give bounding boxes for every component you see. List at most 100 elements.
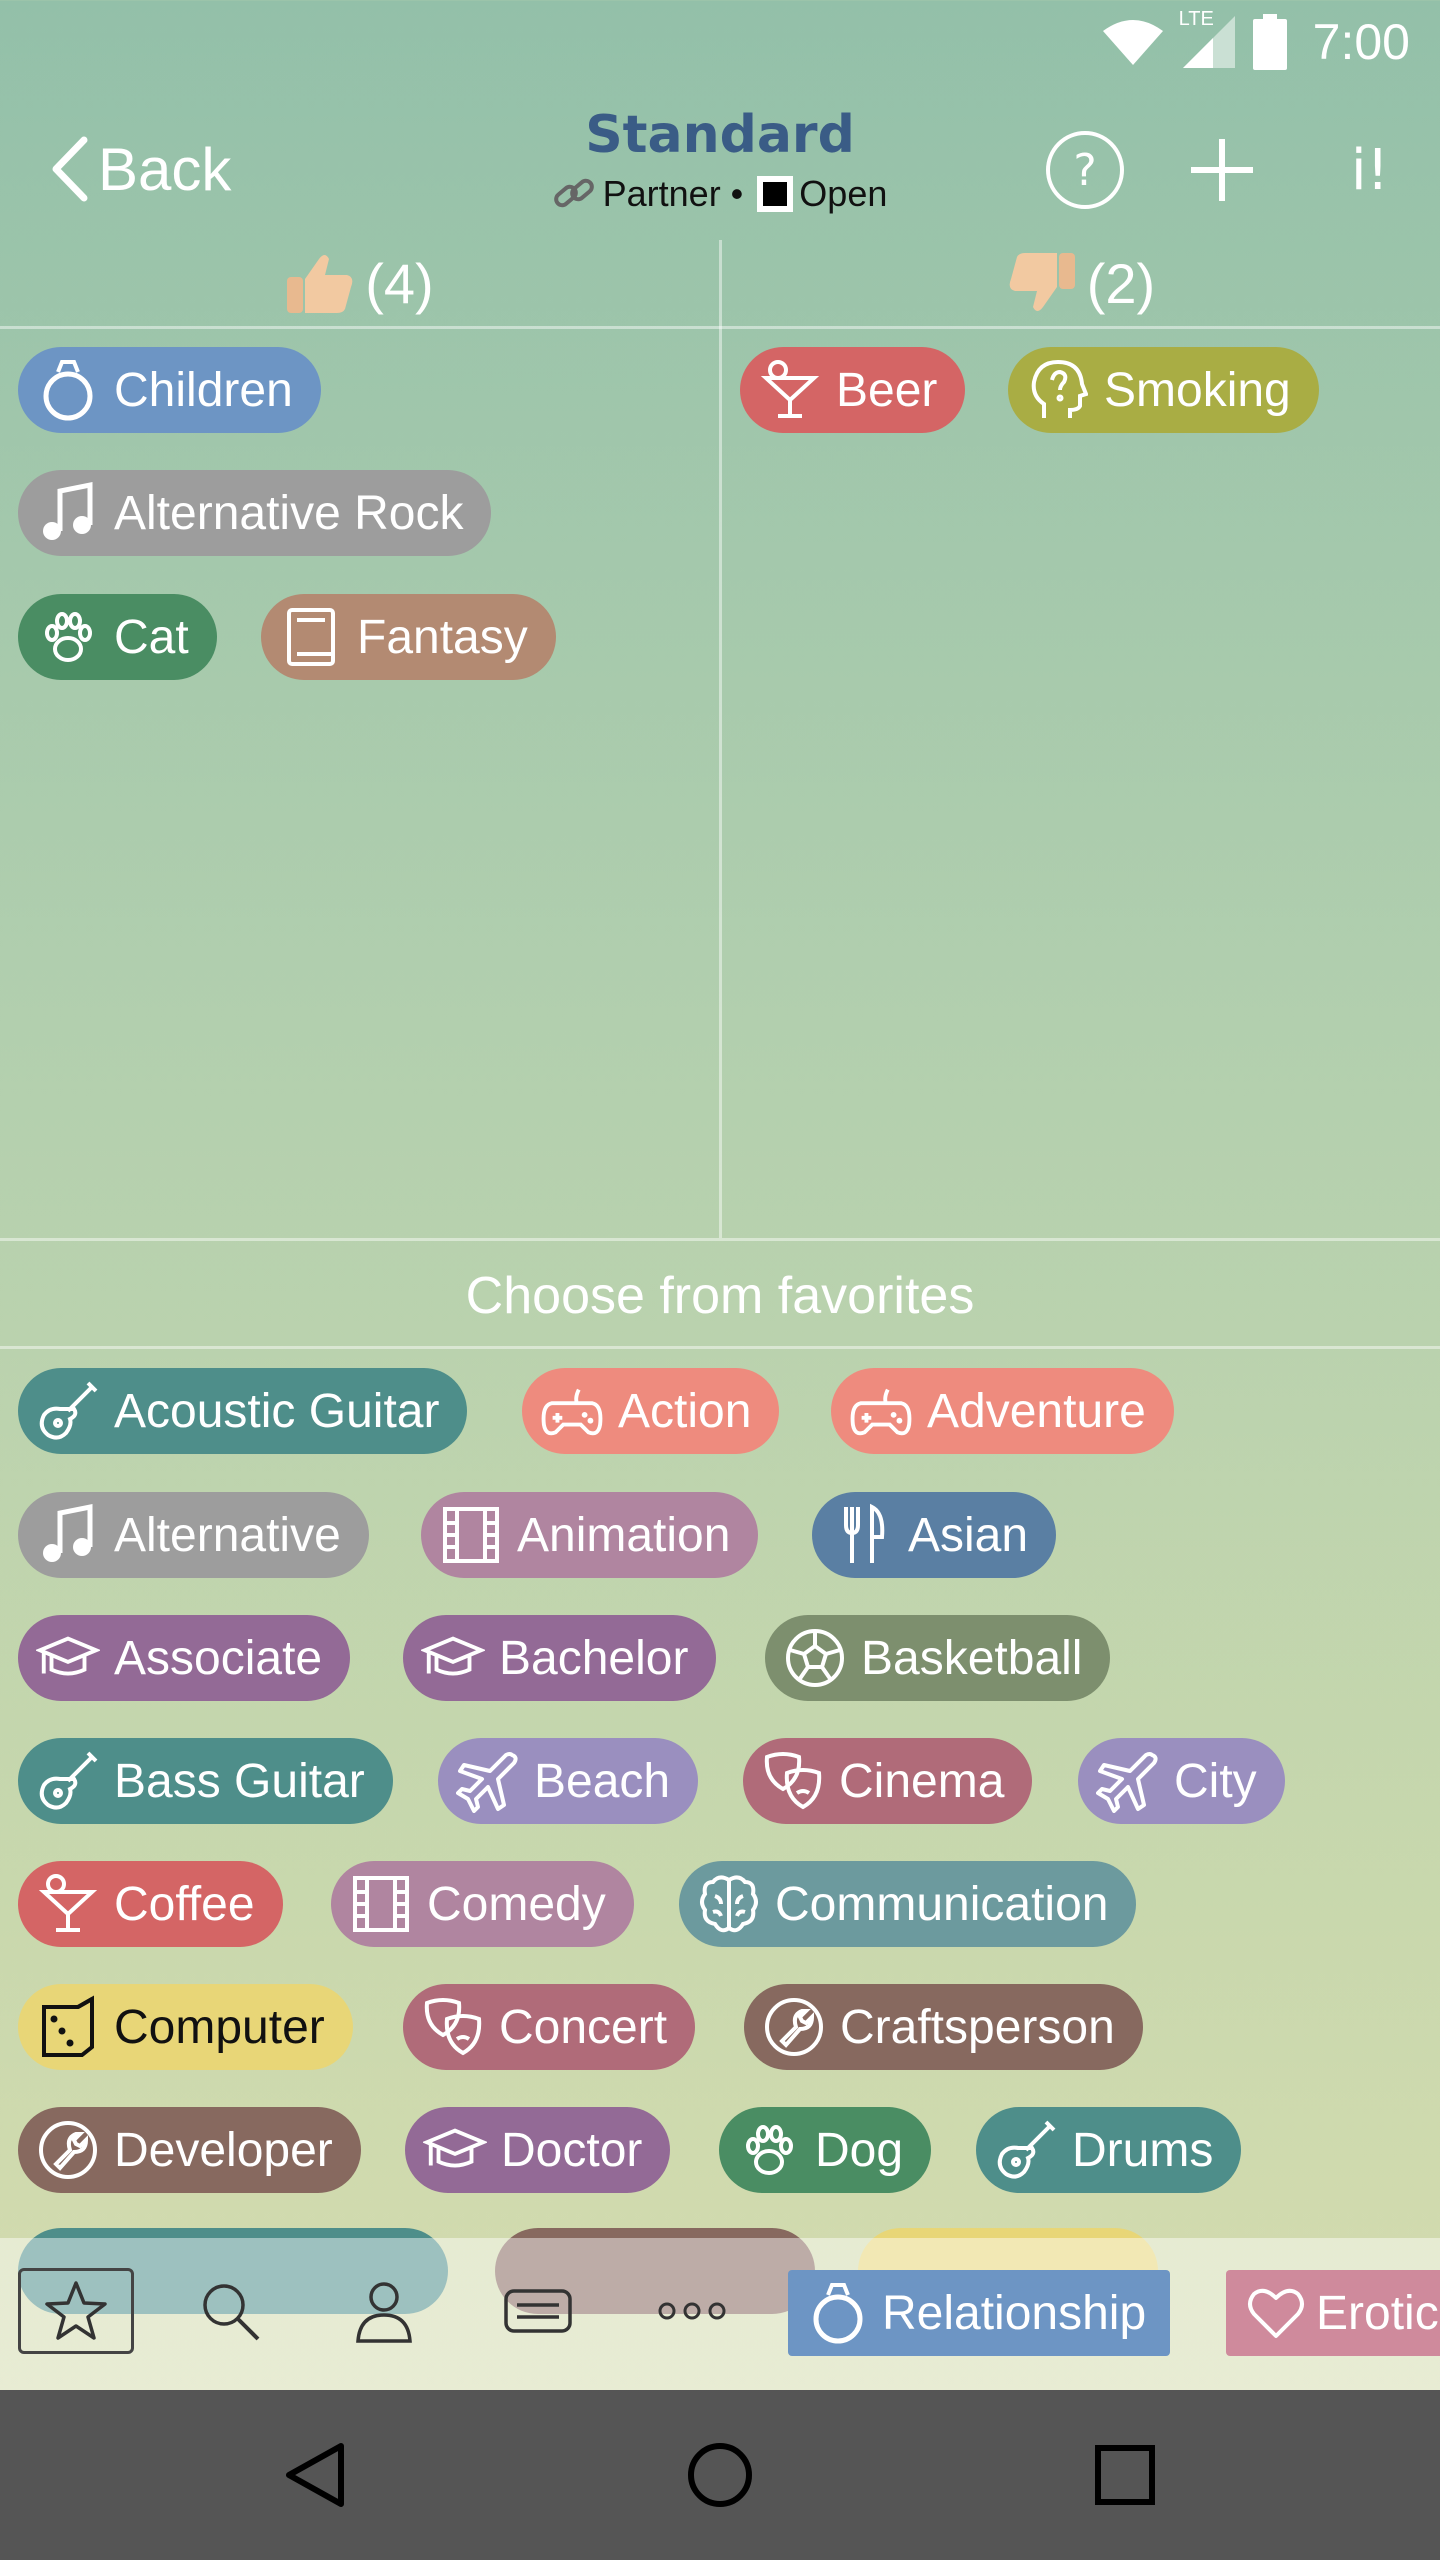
favorite-chip-beach[interactable]: Beach (438, 1738, 699, 1824)
chip-label: Doctor (501, 2123, 643, 2177)
favorite-chip-basketball[interactable]: Basketball (765, 1615, 1111, 1701)
disliked-chip-beer[interactable]: Beer (740, 347, 966, 433)
guitar-icon (36, 1749, 100, 1813)
gamepad-icon (540, 1379, 604, 1443)
open-square-icon (757, 176, 794, 212)
favorite-chip-developer[interactable]: Developer (18, 2107, 361, 2193)
ball-icon (783, 1626, 847, 1690)
chip-label: Comedy (427, 1877, 606, 1931)
favorite-chip-comedy[interactable]: Comedy (331, 1861, 634, 1947)
liked-chip-fantasy[interactable]: Fantasy (261, 594, 556, 680)
more-tab[interactable] (634, 2268, 750, 2354)
status-bar: LTE 7:00 (0, 0, 1440, 84)
paw-icon (737, 2118, 801, 2182)
chip-label: Animation (517, 1508, 731, 1562)
favorite-chip-cinema[interactable]: Cinema (743, 1738, 1033, 1824)
ring-icon (806, 2281, 870, 2345)
favorite-chip-computer[interactable]: Computer (18, 1984, 353, 2070)
chip-label: Developer (114, 2123, 333, 2177)
favorite-chip-city[interactable]: City (1078, 1738, 1285, 1824)
favorite-chip-craftsperson[interactable]: Craftsperson (744, 1984, 1143, 2070)
wrench-icon (762, 1995, 826, 2059)
favorite-chip-bachelor[interactable]: Bachelor (403, 1615, 717, 1701)
thumbs-up-icon (287, 255, 353, 313)
back-label: Back (98, 135, 232, 203)
app-header: Back Standard Partner • Open ? i! (0, 84, 1440, 240)
chip-label: Alternative (114, 1508, 341, 1562)
theater-masks-icon (421, 1995, 485, 2059)
favorites-tab[interactable] (18, 2268, 134, 2354)
cell-signal-icon: LTE (1179, 8, 1239, 70)
back-button[interactable]: Back (50, 124, 231, 214)
dice-icon (36, 1995, 100, 2059)
chip-label: Associate (114, 1631, 323, 1685)
liked-chip-children[interactable]: Children (18, 347, 321, 433)
airplane-icon (456, 1749, 520, 1813)
profile-tab[interactable] (326, 2268, 442, 2354)
film-icon (439, 1503, 503, 1567)
status-icons: LTE 7:00 (1101, 8, 1410, 74)
likes-count: (4) (365, 251, 434, 315)
favorite-chip-action[interactable]: Action (522, 1368, 780, 1454)
favorite-chip-coffee[interactable]: Coffee (18, 1861, 283, 1947)
chip-label: Smoking (1104, 363, 1291, 417)
chip-label: Dog (815, 2123, 904, 2177)
favorite-chip-asian[interactable]: Asian (812, 1492, 1057, 1578)
search-tab[interactable] (172, 2268, 288, 2354)
favorite-chip-communication[interactable]: Communication (679, 1861, 1137, 1947)
chip-label: Bass Guitar (114, 1754, 365, 1808)
plus-icon (1191, 139, 1253, 201)
nav-recents-button[interactable] (1085, 2435, 1165, 2515)
star-icon (45, 2281, 107, 2340)
add-button[interactable] (1172, 120, 1272, 220)
favorite-chip-dog[interactable]: Dog (719, 2107, 932, 2193)
favorite-chip-doctor[interactable]: Doctor (405, 2107, 671, 2193)
graduation-cap-icon (423, 2118, 487, 2182)
favorite-chip-bass-guitar[interactable]: Bass Guitar (18, 1738, 393, 1824)
favorite-chip-adventure[interactable]: Adventure (831, 1368, 1174, 1454)
favorite-chip-animation[interactable]: Animation (421, 1492, 759, 1578)
chip-label: Beer (836, 363, 938, 417)
thumbs-down-icon (1009, 253, 1075, 311)
disliked-chip-smoking[interactable]: Smoking (1008, 347, 1319, 433)
chip-label: Cinema (839, 1754, 1005, 1808)
brain-icon (697, 1872, 761, 1936)
chip-label: Acoustic Guitar (114, 1384, 440, 1438)
airplane-icon (1096, 1749, 1160, 1813)
theater-masks-icon (761, 1749, 825, 1813)
cocktail-icon (36, 1872, 100, 1936)
liked-chip-alternative-rock[interactable]: Alternative Rock (18, 470, 492, 556)
chip-label: Action (618, 1384, 752, 1438)
chevron-left-icon (52, 136, 88, 202)
liked-chip-cat[interactable]: Cat (18, 594, 217, 680)
battery-icon (1252, 14, 1287, 70)
nav-back-button[interactable] (275, 2435, 355, 2515)
chip-label: Bachelor (499, 1631, 689, 1685)
favorite-chip-associate[interactable]: Associate (18, 1615, 351, 1701)
wifi-icon (1102, 20, 1163, 65)
category-relationship[interactable]: Relationship (788, 2270, 1171, 2356)
book-icon (279, 605, 343, 669)
cocktail-icon (758, 358, 822, 422)
chip-label: Coffee (114, 1877, 255, 1931)
music-note-icon (36, 1503, 100, 1567)
category-erotic[interactable]: Erotic (1226, 2270, 1440, 2356)
dislikes-count: (2) (1086, 251, 1156, 315)
guitar-icon (36, 1379, 100, 1443)
open-label: Open (799, 173, 888, 214)
fork-knife-icon (830, 1503, 894, 1567)
chip-label: Drums (1072, 2123, 1214, 2177)
favorite-chip-acoustic-guitar[interactable]: Acoustic Guitar (18, 1368, 468, 1454)
favorite-chip-drums[interactable]: Drums (976, 2107, 1242, 2193)
nav-home-button[interactable] (680, 2435, 760, 2515)
graduation-cap-icon (36, 1626, 100, 1690)
list-tab[interactable] (480, 2268, 596, 2354)
music-note-icon (36, 481, 100, 545)
chip-label: Concert (499, 2000, 668, 2054)
help-button[interactable]: ? (1035, 120, 1135, 220)
favorite-chip-alternative[interactable]: Alternative (18, 1492, 369, 1578)
chip-label: Beach (534, 1754, 671, 1808)
system-nav-bar (0, 2390, 1440, 2560)
favorite-chip-concert[interactable]: Concert (403, 1984, 696, 2070)
info-button[interactable]: i! (1320, 120, 1420, 220)
